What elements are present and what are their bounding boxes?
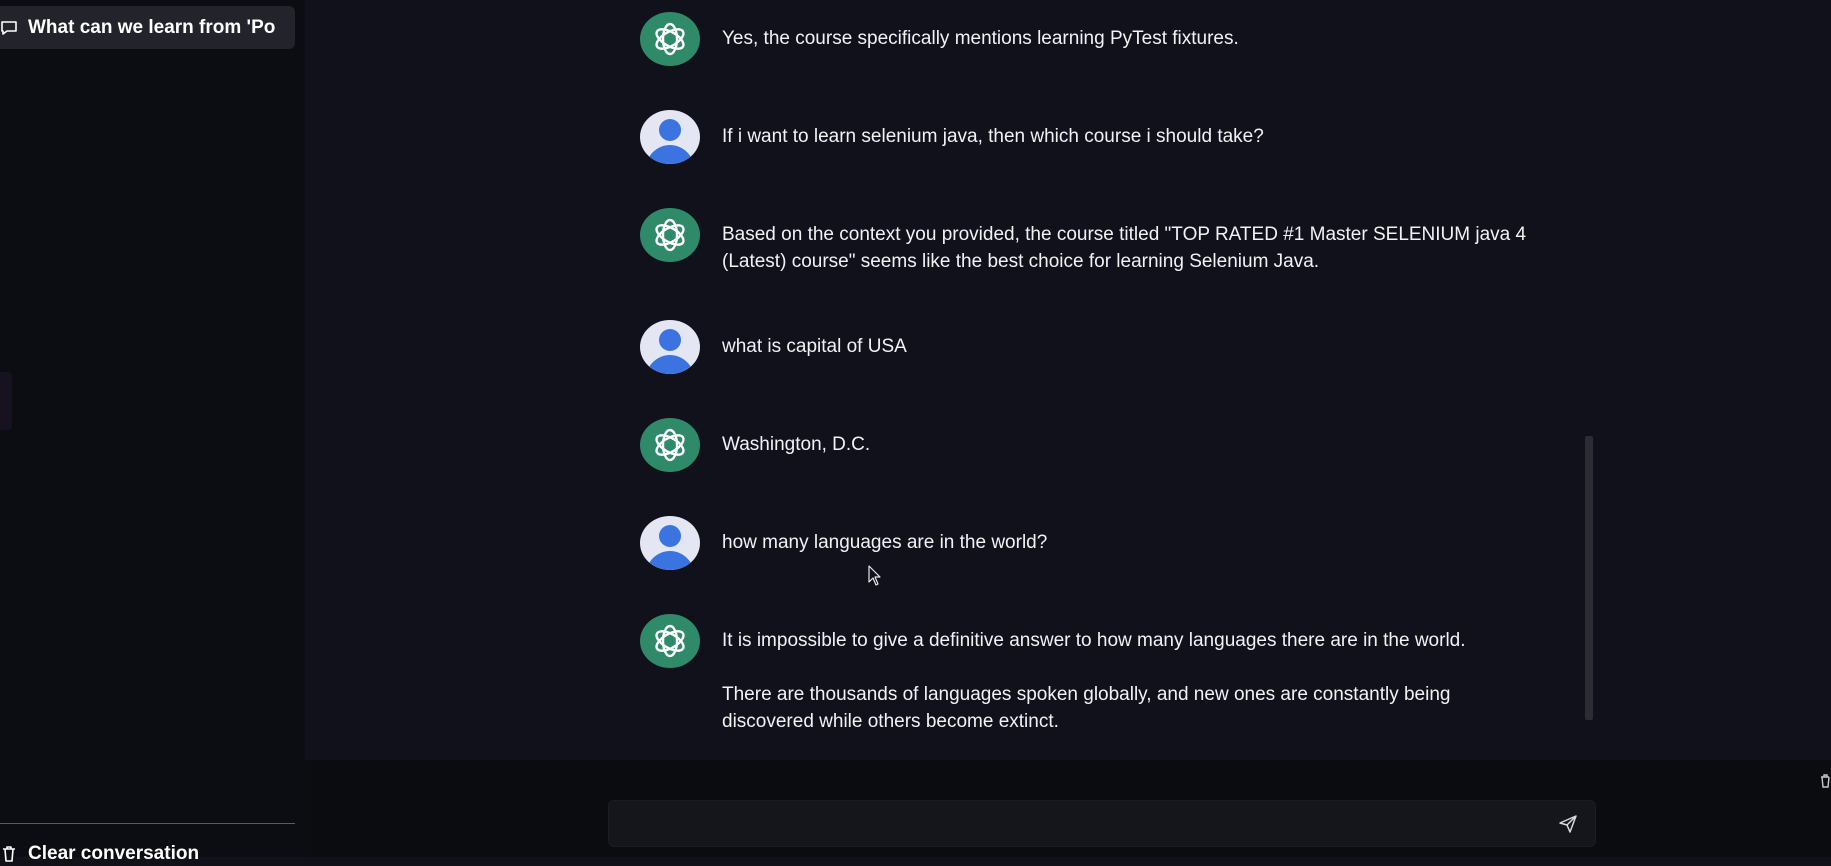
message-paragraph: Yes, the course specifically mentions le… [722,28,1239,49]
message-paragraph: Washington, D.C. [722,434,871,455]
message-paragraph: If i want to learn selenium java, then w… [722,126,1264,147]
assistant-avatar [640,614,700,668]
user-body-shape [646,355,694,374]
assistant-message: Yes, the course specifically mentions le… [640,12,1540,66]
message-text: how many languages are in the world? [722,516,1540,556]
clear-conversation-button[interactable]: Clear conversation [0,842,295,866]
openai-logo-icon [655,624,685,658]
assistant-avatar [640,208,700,262]
message-text: If i want to learn selenium java, then w… [722,110,1540,150]
user-message: how many languages are in the world? [640,516,1540,570]
message-text: It is impossible to give a definitive an… [722,614,1540,735]
conversation-item[interactable]: What can we learn from 'Po [0,6,295,49]
openai-logo-icon [655,218,685,252]
user-head-shape [659,525,681,547]
send-button[interactable] [1557,813,1579,835]
mouse-pointer-icon [868,565,881,586]
message-paragraph: It is impossible to give a definitive an… [722,630,1466,651]
assistant-avatar [640,12,700,66]
user-head-shape [659,119,681,141]
message-paragraph: There are thousands of languages spoken … [722,684,1451,732]
message-input[interactable] [623,809,1527,839]
conversation-title: What can we learn from 'Po [28,16,276,38]
user-message: If i want to learn selenium java, then w… [640,110,1540,164]
chat-bubble-icon [0,19,18,37]
message-paragraph: Based on the context you provided, the c… [722,224,1527,272]
assistant-message: It is impossible to give a definitive an… [640,614,1540,735]
message-paragraph: how many languages are in the world? [722,532,1048,553]
user-body-shape [646,145,694,164]
trash-icon [0,845,18,863]
message-paragraph: what is capital of USA [722,336,907,357]
assistant-avatar [640,418,700,472]
user-avatar [640,320,700,374]
user-body-shape [646,551,694,570]
message-text: Based on the context you provided, the c… [722,208,1540,275]
send-icon [1559,815,1577,833]
corner-icon[interactable] [1819,771,1831,789]
message-text: what is capital of USA [722,320,1540,360]
user-avatar [640,110,700,164]
message-text: Yes, the course specifically mentions le… [722,12,1540,52]
sidebar-marker [0,372,12,430]
clear-conversation-label: Clear conversation [28,843,200,864]
chat-scrollbar[interactable] [1585,436,1593,720]
sidebar-divider [0,823,295,824]
user-message: what is capital of USA [640,320,1540,374]
message-input-box [608,800,1596,847]
user-avatar [640,516,700,570]
user-head-shape [659,329,681,351]
openai-logo-icon [655,22,685,56]
message-text: Washington, D.C. [722,418,1540,458]
sidebar: What can we learn from 'Po Clear convers… [0,0,305,864]
assistant-message: Based on the context you provided, the c… [640,208,1540,275]
assistant-message: Washington, D.C. [640,418,1540,472]
openai-logo-icon [655,428,685,462]
